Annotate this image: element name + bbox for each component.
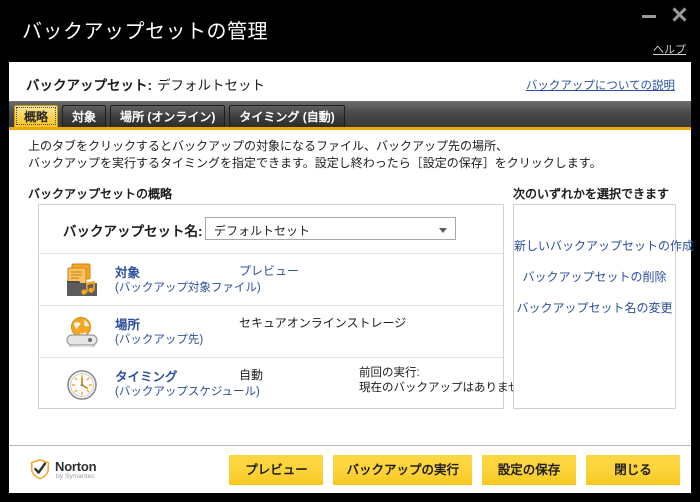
action-button-bar: プレビュー バックアップの実行 設定の保存 閉じる [229,455,680,485]
backup-set-name-row: バックアップセット名: デフォルトセット [39,205,503,254]
overview-row-timing-value: 自動 [239,368,264,382]
preview-link[interactable]: プレビュー [239,262,299,279]
chevron-down-icon [439,228,447,233]
minimize-icon[interactable] [641,6,658,23]
overview-row-location-value: セキュアオンラインストレージ [239,316,407,330]
overview-row-timing-subtitle: (バックアップスケジュール) [115,386,260,398]
window-title: バックアップセットの管理 [22,21,268,43]
overview-section-label: バックアップセットの概略 [28,187,173,201]
tab-timing[interactable]: タイミング (自動) [229,105,345,127]
clock-icon [63,365,101,403]
norton-tagline: by Symantec [56,473,95,480]
close-button[interactable]: 閉じる [586,455,680,485]
intro-line-2: バックアップを実行するタイミングを指定できます。設定し終わったら［設定の保存］を… [28,155,602,170]
tab-target[interactable]: 対象 [62,105,107,127]
overview-row-target-subtitle: (バックアップ対象ファイル) [115,282,261,294]
window-controls [641,6,688,23]
globe-drive-icon [63,313,101,351]
tab-location[interactable]: 場所 (オンライン) [110,105,226,127]
rename-backup-set-link[interactable]: バックアップセット名の変更 [514,299,675,316]
backup-set-header-value: デフォルトセット [157,78,265,93]
backup-set-name-label: バックアップセット名: [63,224,203,239]
create-backup-set-link[interactable]: 新しいバックアップセットの作成 [514,237,694,254]
about-backup-link[interactable]: バックアップについての説明 [526,77,675,93]
last-run-value: 現在のバックアップはありません [359,382,532,394]
delete-backup-set-link[interactable]: バックアップセットの削除 [514,268,675,285]
preview-button[interactable]: プレビュー [229,455,324,485]
norton-checkmark-icon [29,458,51,480]
overview-row-location: 場所 (バックアップ先) セキュアオンラインストレージ [39,306,503,358]
backup-set-name-select[interactable]: デフォルトセット [205,217,456,240]
actions-section-label: 次のいずれかを選択できます [513,187,670,201]
backup-set-name-value: デフォルトセット [214,224,311,238]
title-bar: バックアップセットの管理 ヘルプ [0,0,700,62]
actions-panel: 新しいバックアップセットの作成 バックアップセットの削除 バックアップセット名の… [513,204,694,409]
close-icon[interactable] [671,6,688,23]
backup-set-header-label: バックアップセット: [26,78,152,93]
backup-set-manager-window: バックアップセットの管理 ヘルプ バックアップセット: デフォルトセット バックア… [0,0,700,502]
content-sheet: バックアップセット: デフォルトセット バックアップについての説明 概略 対象 場… [9,62,694,445]
run-backup-button[interactable]: バックアップの実行 [333,455,472,485]
norton-wordmark: Norton [55,459,97,474]
backup-set-header: バックアップセット: デフォルトセット [26,74,265,94]
last-run-label: 前回の実行: [359,367,420,379]
overview-row-target: 対象 (バックアップ対象ファイル) プレビュー [39,254,503,306]
help-link[interactable]: ヘルプ [653,41,686,57]
intro-line-1: 上のタブをクリックするとバックアップの対象になるファイル、バックアップ先の場所、 [28,139,509,153]
overview-row-timing: タイミング (バックアップスケジュール) 自動 前回の実行: 現在のバックアップ… [39,358,531,410]
tab-bar: 概略 対象 場所 (オンライン) タイミング (自動) [9,101,691,130]
overview-panel: バックアップセット名: デフォルトセット 対象 (バックアップ対象ファイル) プ… [38,204,531,410]
documents-music-folder-icon [63,261,101,299]
norton-logo: Norton by Symantec [29,456,139,484]
tab-overview[interactable]: 概略 [14,105,59,127]
footer-bar: Norton by Symantec プレビュー バックアップの実行 設定の保存… [9,445,691,493]
overview-row-location-subtitle: (バックアップ先) [115,334,204,346]
intro-text: 上のタブをクリックするとバックアップの対象になるファイル、バックアップ先の場所、… [28,138,602,171]
overview-row-timing-lastrun: 前回の実行: 現在のバックアップはありません [359,366,531,396]
save-settings-button[interactable]: 設定の保存 [482,455,576,485]
